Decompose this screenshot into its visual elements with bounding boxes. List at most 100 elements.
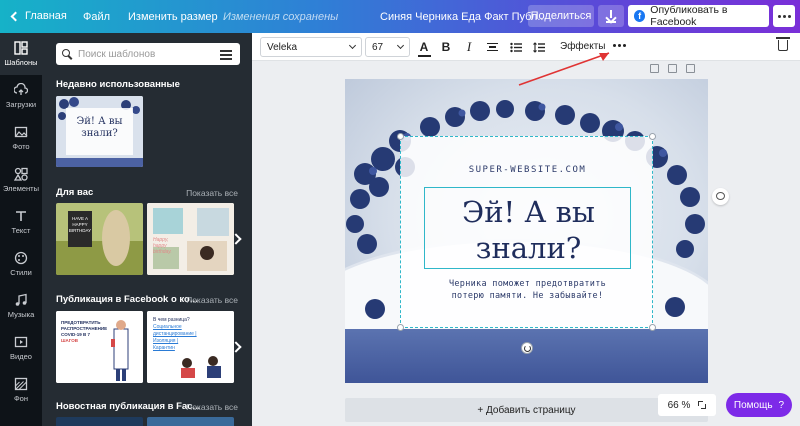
tablecloth xyxy=(345,329,708,383)
headline-selection[interactable]: Эй! А вы знали? xyxy=(424,187,631,269)
happy-birthday-template-thumb[interactable]: Happy, happy birthday. xyxy=(147,203,234,275)
rail-item-templates[interactable]: Шаблоны xyxy=(0,33,42,75)
thumb-line: Карантин xyxy=(153,345,175,351)
rail-item-video[interactable]: Видео xyxy=(0,327,42,369)
rail-item-background[interactable]: Фон xyxy=(0,369,42,411)
facebook-icon: f xyxy=(634,10,646,22)
duplicate-page-icon[interactable] xyxy=(668,64,677,73)
rail-item-text[interactable]: Текст xyxy=(0,201,42,243)
add-page-icon[interactable] xyxy=(686,64,695,73)
search-icon xyxy=(62,49,72,59)
rail-label: Текст xyxy=(11,226,31,235)
distancing-template-thumb[interactable]: В чем разница? Социальное дистанцировани… xyxy=(147,311,234,383)
upload-cloud-icon xyxy=(14,83,28,95)
templates-icon xyxy=(14,41,28,55)
background-icon xyxy=(14,377,28,391)
recent-thumb-line: Эй! А вы xyxy=(76,116,123,127)
document-title[interactable]: Синяя Черника Еда Факт Публ... xyxy=(380,11,547,23)
zoom-control[interactable]: 66 % xyxy=(658,394,716,416)
rail-label: Фото xyxy=(12,142,30,151)
download-button[interactable] xyxy=(598,5,624,27)
dot xyxy=(777,14,781,18)
font-family-select[interactable]: Veleka xyxy=(260,37,362,57)
covid-template-thumb[interactable]: ПРЕДОТВРАТИТЬ РАСПРОСТРАНЕНИЕ COVID-19 В… xyxy=(56,311,143,383)
subtext[interactable]: Черника поможет предотвратить потерю пам… xyxy=(411,278,644,302)
home-back-button[interactable]: Главная xyxy=(10,10,67,22)
italic-button[interactable]: I xyxy=(459,37,479,57)
resize-menu[interactable]: Изменить размер xyxy=(128,11,218,23)
align-center-button[interactable] xyxy=(482,37,502,57)
filter-line xyxy=(220,54,232,56)
rail-item-styles[interactable]: Стили xyxy=(0,243,42,285)
search-input[interactable] xyxy=(78,48,208,60)
filter-line xyxy=(220,58,232,60)
foryou-show-all-link[interactable]: Показать все xyxy=(186,188,238,198)
page-tools xyxy=(650,64,695,73)
design-page[interactable]: SUPER-WEBSITE.COM Эй! А вы знали? Черник… xyxy=(345,79,708,383)
trash-icon[interactable] xyxy=(776,37,790,51)
chevron-left-icon xyxy=(10,11,21,21)
comment-icon[interactable] xyxy=(712,188,729,205)
rail-label: Фон xyxy=(13,394,28,403)
news-template-thumb[interactable] xyxy=(147,417,234,426)
headline-line: Эй! А вы xyxy=(462,195,595,229)
thumb-line: В чем разница? xyxy=(153,317,190,323)
template-search[interactable] xyxy=(56,43,240,65)
download-icon xyxy=(610,10,612,18)
file-menu[interactable]: Файл xyxy=(83,11,110,23)
news-show-all-link[interactable]: Показать все xyxy=(186,402,238,412)
font-size-select[interactable]: 67 xyxy=(365,37,410,57)
fb-posts-show-all-link[interactable]: Показать все xyxy=(186,295,238,305)
distancing-thumb-text: В чем разница? Социальное дистанцировани… xyxy=(153,317,197,352)
resize-handle[interactable] xyxy=(649,133,656,140)
subtext-line: Черника поможет предотвратить xyxy=(448,279,607,289)
share-label: Поделиться xyxy=(530,10,592,22)
rail-item-photos[interactable]: Фото xyxy=(0,117,42,159)
download-base xyxy=(606,21,616,23)
red-arrow-annotation xyxy=(518,52,610,86)
note-icon[interactable] xyxy=(650,64,659,73)
bold-button[interactable]: B xyxy=(436,37,456,57)
recent-template-thumb[interactable]: Эй! А вы знали? xyxy=(56,96,143,167)
palette-icon xyxy=(14,251,28,265)
resize-handle[interactable] xyxy=(397,133,404,140)
help-button[interactable]: Помощь ? xyxy=(726,393,792,417)
rail-item-elements[interactable]: Элементы xyxy=(0,159,42,201)
birthday-template-thumb[interactable]: HAVE A HAPPY BIRTHDAY xyxy=(56,203,143,275)
canvas-area: SUPER-WEBSITE.COM Эй! А вы знали? Черник… xyxy=(252,52,800,426)
resize-handle[interactable] xyxy=(397,324,404,331)
music-note-icon xyxy=(15,293,27,306)
rail-item-uploads[interactable]: Загрузки xyxy=(0,75,42,117)
rotate-handle-icon[interactable] xyxy=(521,342,533,354)
resize-handle[interactable] xyxy=(649,324,656,331)
recent-section-title: Недавно использованные xyxy=(56,79,180,90)
icon-line xyxy=(486,49,498,52)
birthday-thumb-text: HAVE A HAPPY BIRTHDAY xyxy=(68,216,92,234)
headline-text[interactable]: Эй! А вы знали? xyxy=(425,194,632,266)
rail-label: Стили xyxy=(10,268,32,277)
dot xyxy=(618,44,621,47)
expand-icon[interactable] xyxy=(698,401,707,409)
headline-line: знали? xyxy=(475,231,582,265)
foryou-section-title: Для вас xyxy=(56,187,94,198)
rail-item-music[interactable]: Музыка xyxy=(0,285,42,327)
share-button[interactable]: Поделиться xyxy=(528,5,594,27)
thumb-line: дистанцирование | xyxy=(153,331,197,337)
news-template-thumb[interactable] xyxy=(56,417,143,426)
rail-label: Шаблоны xyxy=(4,58,38,67)
add-page-button[interactable]: + Добавить страницу xyxy=(345,398,708,422)
text-color-button[interactable]: A xyxy=(414,37,434,57)
top-bar: Главная Файл Изменить размер Изменения с… xyxy=(0,0,800,33)
rail-label: Видео xyxy=(10,352,32,361)
text-t-icon xyxy=(16,211,26,221)
align-center-icon xyxy=(486,41,498,54)
filter-sliders-icon[interactable] xyxy=(220,48,232,60)
publish-facebook-button[interactable]: f Опубликовать в Facebook xyxy=(628,4,769,28)
text-card-selection[interactable]: SUPER-WEBSITE.COM Эй! А вы знали? Черник… xyxy=(397,133,656,331)
covid-thumb-text: ПРЕДОТВРАТИТЬ РАСПРОСТРАНЕНИЕ COVID-19 В… xyxy=(61,320,107,344)
site-url-text[interactable]: SUPER-WEBSITE.COM xyxy=(401,165,654,175)
more-options-button[interactable] xyxy=(773,5,795,27)
dot xyxy=(787,14,791,18)
news-section-title: Новостная публикация в Fac... xyxy=(56,401,201,412)
field-photo-art xyxy=(56,203,143,275)
